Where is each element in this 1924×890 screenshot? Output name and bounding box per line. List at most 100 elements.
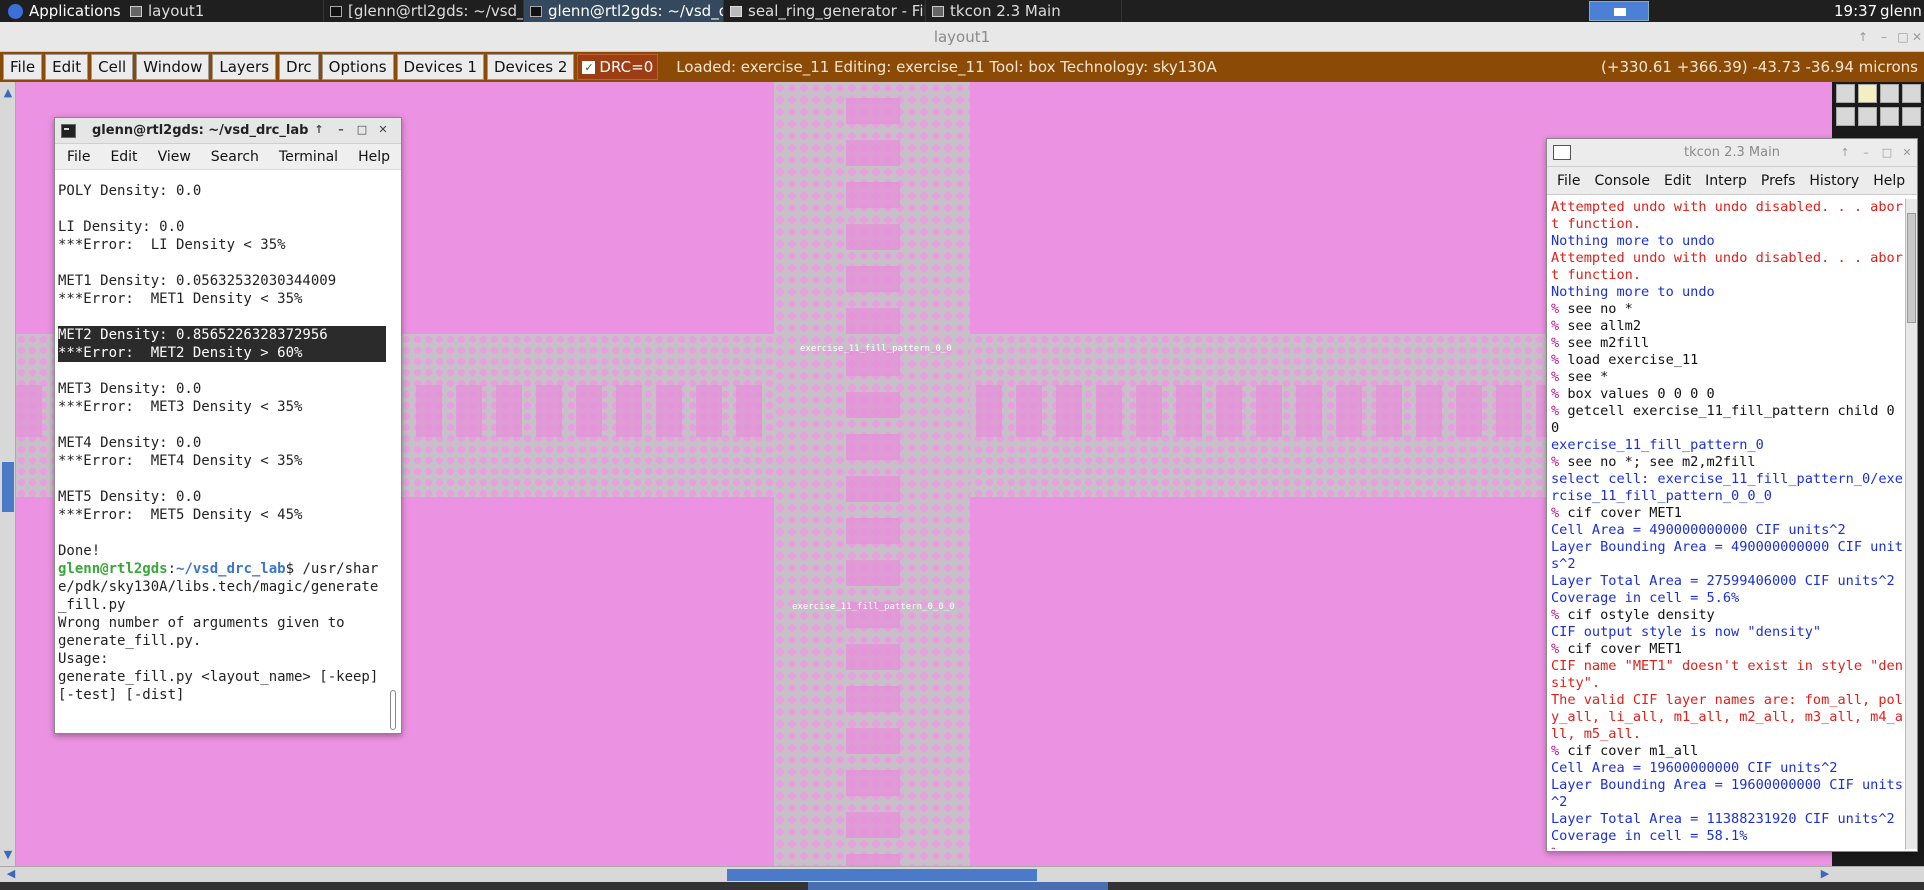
cell-label[interactable]: exercise_11_fill_pattern_0_0_0 [792, 602, 955, 612]
task-label: [glenn@rtl2gds: ~/vsd_... [348, 2, 524, 20]
tkcon-console[interactable]: Attempted undo with undo disabled. . . a… [1551, 199, 1905, 849]
vertical-scrollbar[interactable]: ▲ ▼ [0, 82, 16, 866]
poly-density-line: POLY Density: 0.0 [58, 183, 202, 199]
console-line: % cif ostyle density [1551, 607, 1905, 624]
palette-cell[interactable] [1880, 107, 1899, 126]
scroll-thumb[interactable] [2, 462, 14, 512]
palette-cell[interactable] [1902, 107, 1921, 126]
horizontal-scrollbar[interactable]: ◀ ▶ [0, 866, 1924, 882]
console-prompt: % [1551, 369, 1568, 385]
palette-cell[interactable] [1836, 107, 1855, 126]
terminal-menu-view[interactable]: View [158, 149, 191, 165]
scroll-up-icon[interactable]: ▲ [2, 86, 14, 100]
minimize-icon[interactable]: – [333, 123, 349, 136]
terminal-menu-help[interactable]: Help [358, 149, 390, 165]
window-up-icon[interactable]: ↑ [1852, 22, 1874, 52]
menu-window[interactable]: Window [136, 54, 210, 80]
terminal-menubar: File Edit View Search Terminal Help [55, 144, 401, 170]
console-line: select cell: exercise_11_fill_pattern_0/… [1551, 471, 1903, 504]
scroll-thumb[interactable] [1907, 213, 1916, 323]
bottom-strip [0, 882, 1924, 890]
tkcon-menu-history[interactable]: History [1809, 173, 1859, 189]
close-icon[interactable]: ✕ [1906, 22, 1924, 52]
task-label: tkcon 2.3 Main [950, 2, 1061, 20]
console-line: Cell Area = 490000000000 CIF units^2 [1551, 522, 1846, 538]
console-command: cif cover m1_all [1567, 743, 1699, 759]
console-line: % see * [1551, 369, 1905, 386]
tkcon-menu-prefs[interactable]: Prefs [1761, 173, 1795, 189]
tkcon-menu-console[interactable]: Console [1594, 173, 1650, 189]
scroll-down-icon[interactable]: ▼ [2, 848, 14, 862]
tkcon-menu-interp[interactable]: Interp [1705, 173, 1747, 189]
applications-menu[interactable]: Applications [0, 0, 129, 22]
menu-devices-1[interactable]: Devices 1 [396, 54, 484, 80]
console-line: Coverage in cell = 58.1% [1551, 828, 1748, 844]
terminal-menu-file[interactable]: File [67, 149, 90, 165]
desktop: Applications layout1 [glenn@rtl2gds: ~/v… [0, 0, 1924, 890]
console-line: % see no * [1551, 301, 1905, 318]
cell-label[interactable]: exercise_11_fill_pattern_0_0 [800, 344, 952, 354]
close-icon[interactable]: ✕ [375, 123, 391, 136]
task-terminal-2[interactable]: glenn@rtl2gds: ~/vsd_d... [524, 0, 724, 22]
wrong-args-line: Wrong number of arguments given to gener… [58, 615, 354, 649]
window-up-icon[interactable]: ↑ [1837, 139, 1853, 167]
met4-error-line: ***Error: MET4 Density < 35% [58, 453, 303, 469]
terminal-output[interactable]: POLY Density: 0.0 LI Density: 0.0 ***Erro… [58, 172, 386, 724]
task-terminal-1[interactable]: [glenn@rtl2gds: ~/vsd_... [324, 0, 524, 22]
menu-options[interactable]: Options [321, 54, 394, 80]
menu-devices-2[interactable]: Devices 2 [486, 54, 575, 80]
layout-window-title: layout1 [933, 28, 991, 46]
terminal-scrollbar[interactable] [388, 172, 398, 730]
prompt-path: ~/vsd_drc_lab [176, 561, 286, 577]
close-icon[interactable]: ✕ [1899, 139, 1915, 167]
checkmark-icon: ✓ [582, 60, 596, 74]
task-file-manager[interactable]: seal_ring_generator - Fil... [724, 0, 926, 22]
tkcon-menu-edit[interactable]: Edit [1664, 173, 1691, 189]
met1-density-line: MET1 Density: 0.05632532030344009 [58, 273, 337, 289]
menu-edit[interactable]: Edit [45, 54, 89, 80]
console-line: % see m2fill [1551, 335, 1905, 352]
met4-density-line: MET4 Density: 0.0 [58, 435, 202, 451]
scroll-thumb[interactable] [390, 690, 396, 730]
palette-cell[interactable] [1858, 107, 1877, 126]
tkcon-menu-help[interactable]: Help [1873, 173, 1905, 189]
palette-cell[interactable] [1858, 84, 1877, 103]
task-tkcon[interactable]: tkcon 2.3 Main [926, 0, 1122, 22]
console-prompt: % [1551, 386, 1568, 402]
workspace-window-icon [1614, 8, 1626, 16]
console-prompt: % [1551, 301, 1568, 317]
maximize-icon[interactable]: □ [1879, 139, 1895, 167]
maximize-icon[interactable]: □ [354, 123, 370, 136]
console-prompt: % [1551, 318, 1568, 334]
menu-file[interactable]: File [3, 54, 43, 80]
tkcon-menu-file[interactable]: File [1557, 173, 1580, 189]
workspace-switcher[interactable] [1589, 1, 1649, 21]
tkcon-scrollbar[interactable] [1905, 199, 1917, 849]
palette-cell[interactable] [1902, 84, 1921, 103]
menu-layers[interactable]: Layers [212, 54, 277, 80]
met5-error-line: ***Error: MET5 Density < 45% [58, 507, 303, 523]
terminal-menu-edit[interactable]: Edit [110, 149, 137, 165]
console-command: box values 0 0 0 0 [1567, 386, 1715, 402]
user-name[interactable]: glenn [1880, 0, 1922, 22]
drc-toggle[interactable]: ✓ DRC=0 [577, 54, 659, 80]
menu-cell[interactable]: Cell [91, 54, 134, 80]
minimize-icon[interactable]: – [1858, 139, 1874, 167]
task-layout1[interactable]: layout1 [124, 0, 324, 22]
scroll-left-icon[interactable]: ◀ [4, 867, 18, 881]
terminal-menu-search[interactable]: Search [211, 149, 259, 165]
menu-drc[interactable]: Drc [279, 54, 319, 80]
scroll-thumb[interactable] [727, 869, 1037, 881]
console-line: Layer Total Area = 11388231920 CIF units… [1551, 811, 1895, 827]
console-line: Nothing more to undo [1551, 284, 1715, 300]
palette-cell[interactable] [1836, 84, 1855, 103]
console-command: load exercise_11 [1567, 352, 1699, 368]
window-up-icon[interactable]: ↑ [311, 123, 327, 136]
console-line: CIF output style is now "density" [1551, 624, 1822, 640]
met2-density-line-selected: MET2 Density: 0.8565226328372956 [58, 326, 386, 344]
scroll-right-icon[interactable]: ▶ [1818, 867, 1832, 881]
terminal-menu-terminal[interactable]: Terminal [279, 149, 338, 165]
console-line: CIF name "MET1" doesn't exist in style "… [1551, 658, 1903, 691]
palette-cell[interactable] [1880, 84, 1899, 103]
fill-pattern-vertical-blocks [846, 82, 900, 866]
